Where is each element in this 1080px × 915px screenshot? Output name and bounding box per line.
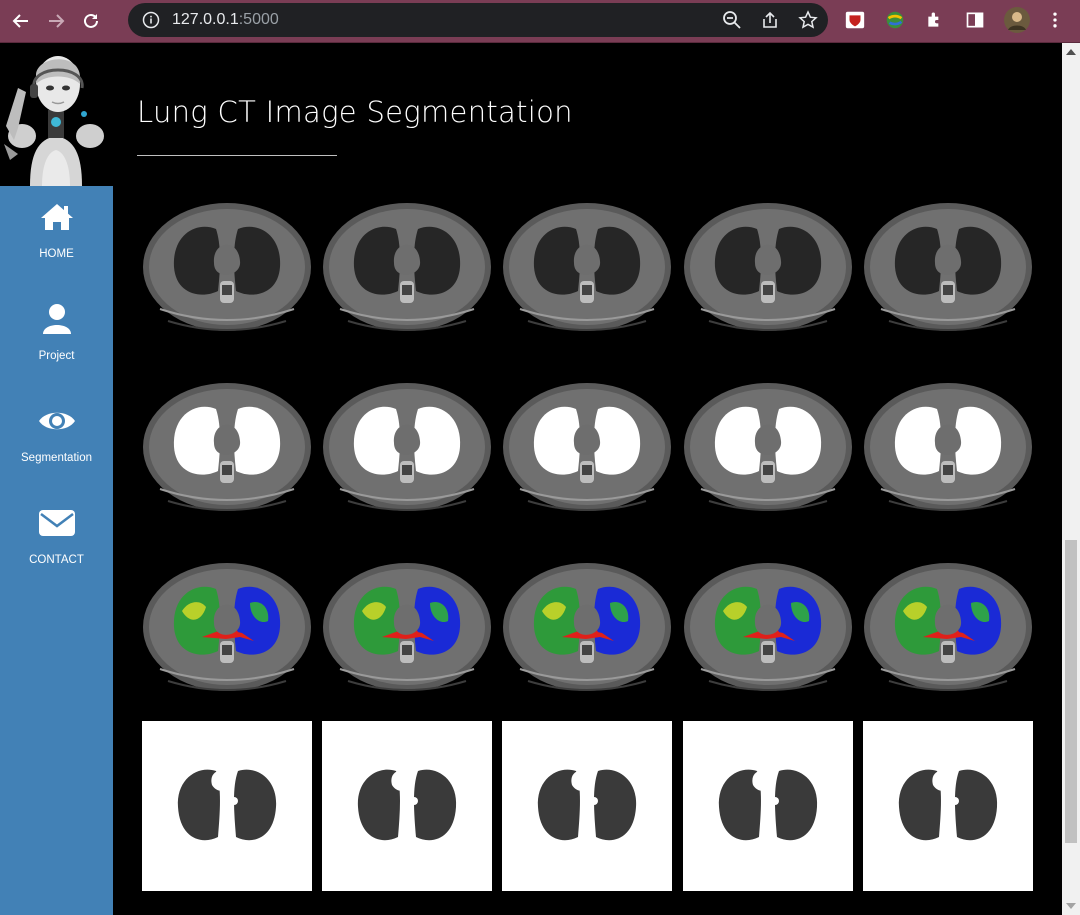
- extension-shield-icon[interactable]: [843, 8, 867, 32]
- title-divider: [137, 155, 337, 156]
- extracted-lung-image: [683, 721, 853, 891]
- extracted-lung-image: [322, 721, 492, 891]
- extracted-lung-image: [863, 721, 1033, 891]
- sidebar-item-home[interactable]: HOME: [0, 198, 113, 288]
- extracted-lung-image: [142, 721, 312, 891]
- back-button[interactable]: [6, 6, 36, 36]
- segmentation-overlay-image: [142, 541, 312, 711]
- sidebar-item-label: CONTACT: [29, 554, 84, 566]
- url-text: 127.0.0.1:5000: [172, 11, 279, 29]
- extensions-puzzle-icon[interactable]: [923, 8, 947, 32]
- sidebar-item-label: Segmentation: [21, 452, 92, 464]
- extracted-lung-image: [502, 721, 672, 891]
- lung-mask-image: [683, 361, 853, 531]
- ct-scan-image: [502, 181, 672, 351]
- home-icon: [40, 204, 73, 230]
- page-title: Lung CT Image Segmentation: [137, 95, 573, 129]
- url-port: :5000: [238, 11, 279, 28]
- extension-globe-icon[interactable]: [883, 8, 907, 32]
- info-icon[interactable]: [142, 11, 160, 29]
- sidebar-item-contact[interactable]: CONTACT: [0, 504, 113, 594]
- segmentation-overlay-image: [863, 541, 1033, 711]
- ct-scan-image: [683, 181, 853, 351]
- lung-mask-image: [322, 361, 492, 531]
- scrollbar-thumb[interactable]: [1065, 540, 1077, 843]
- profile-avatar[interactable]: [1003, 6, 1031, 34]
- menu-kebab-icon[interactable]: [1043, 8, 1067, 32]
- share-icon[interactable]: [760, 10, 780, 30]
- sidebar-item-segmentation[interactable]: Segmentation: [0, 402, 113, 492]
- lung-mask-image: [142, 361, 312, 531]
- sidebar: HOME Project Segmentation CONTACT: [0, 186, 113, 915]
- sidebar-item-project[interactable]: Project: [0, 300, 113, 390]
- side-panel-icon[interactable]: [963, 8, 987, 32]
- page-content: HOME Project Segmentation CONTACT Lung C…: [0, 44, 1062, 915]
- scroll-down-arrow[interactable]: [1066, 903, 1076, 909]
- star-icon[interactable]: [798, 10, 818, 30]
- sidebar-item-label: Project: [38, 350, 75, 362]
- arrow-left-icon: [12, 14, 28, 28]
- forward-button[interactable]: [41, 6, 71, 36]
- ct-scan-image: [863, 181, 1033, 351]
- url-host: 127.0.0.1: [172, 11, 239, 28]
- ct-scan-image: [142, 181, 312, 351]
- address-bar[interactable]: 127.0.0.1:5000: [128, 3, 828, 37]
- user-icon: [42, 304, 71, 334]
- zoom-out-icon[interactable]: [722, 10, 742, 30]
- browser-toolbar: 127.0.0.1:5000: [0, 0, 1080, 43]
- arrow-right-icon: [49, 14, 65, 28]
- segmentation-overlay-image: [502, 541, 672, 711]
- lung-mask-image: [502, 361, 672, 531]
- eye-icon: [38, 412, 75, 430]
- scroll-up-arrow[interactable]: [1066, 49, 1076, 55]
- segmentation-overlay-image: [683, 541, 853, 711]
- segmentation-overlay-image: [322, 541, 492, 711]
- robot-logo: [0, 44, 113, 186]
- scrollbar[interactable]: [1062, 43, 1080, 915]
- reload-button[interactable]: [76, 6, 106, 36]
- ct-scan-image: [322, 181, 492, 351]
- sidebar-item-label: HOME: [39, 248, 74, 260]
- lung-mask-image: [863, 361, 1033, 531]
- envelope-icon: [38, 510, 75, 536]
- reload-icon: [84, 13, 98, 28]
